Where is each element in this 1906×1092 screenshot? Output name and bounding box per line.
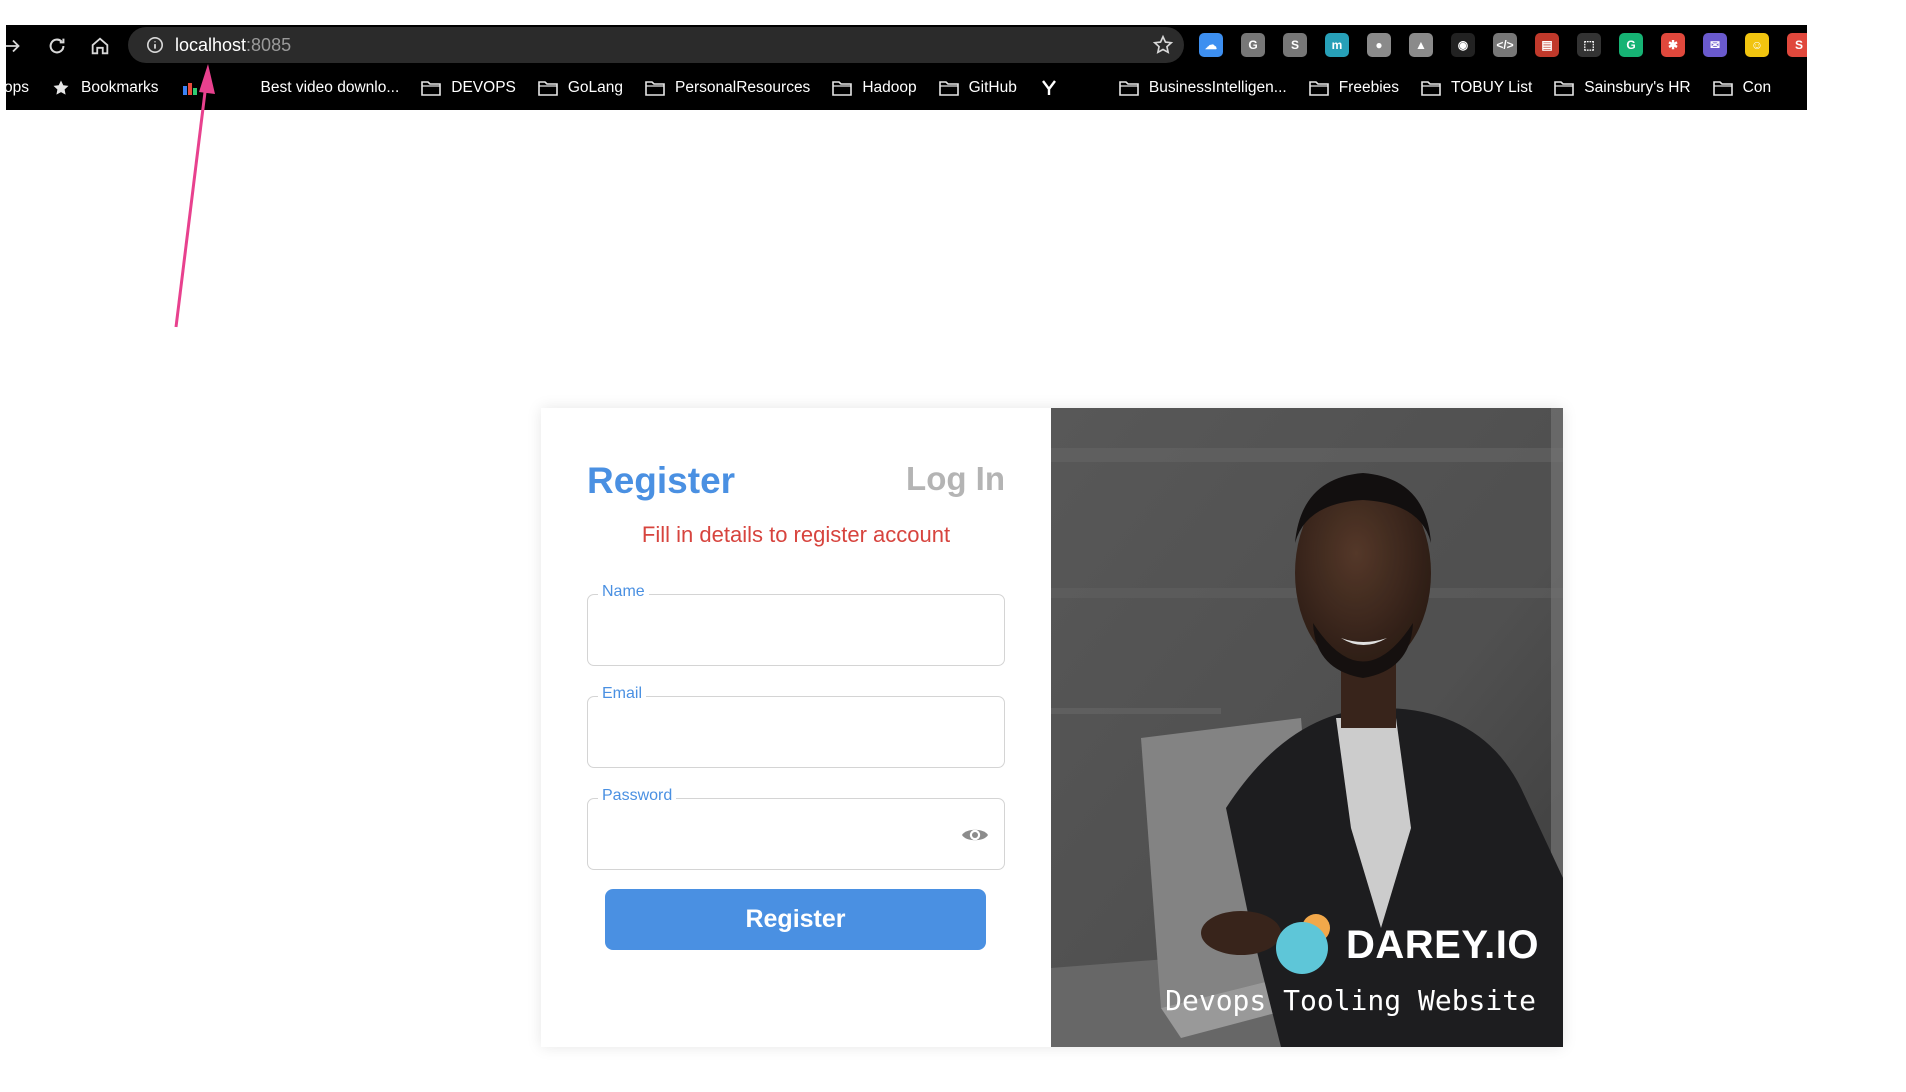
bookmark-label: Hadoop [862,79,917,96]
darey-logo [1276,914,1330,974]
bookmark-item[interactable]: Hadoop [832,79,917,97]
reload-button[interactable] [44,33,70,59]
store-extension-icon[interactable]: ▤ [1535,33,1559,57]
bookmark-label: ops [6,79,29,96]
crab-extension-icon[interactable]: ✱ [1661,33,1685,57]
code-extension-icon[interactable]: </> [1493,33,1517,57]
bookmark-label: Con [1742,79,1772,96]
m-extension-icon[interactable]: m [1325,33,1349,57]
name-input[interactable] [600,613,964,649]
folder-icon [421,80,442,96]
url-host: localhost [175,35,247,55]
brand-tagline: Devops Tooling Website [1165,984,1536,1017]
github-extension-icon[interactable]: ◉ [1451,33,1475,57]
home-icon [91,37,109,55]
browser-chrome: localhost:8085 ☁ G Sm ● ▲ ◉ </> ▤ ⬚ G ✱ ✉ ☺ S ops Book… [6,25,1807,110]
bookmark-item[interactable]: Con [1712,79,1772,97]
reload-icon [49,38,65,54]
tab-register[interactable]: Register [587,460,735,502]
grammarly-extension-icon[interactable]: G [1619,33,1643,57]
star-icon [51,80,71,96]
form-subtitle: Fill in details to register account [641,522,951,547]
folder-icon [832,80,853,96]
bookmark-item[interactable]: Bookmarks [51,79,159,97]
bookmark-item[interactable]: GitHub [938,79,1017,97]
ghost-extension-icon[interactable]: ☺ [1745,33,1769,57]
browser-toolbar: localhost:8085 ☁ G Sm ● ▲ ◉ </> ▤ ⬚ G ✱ ✉ ☺ S [6,25,1807,68]
bookmark-item[interactable]: Best video downlo... [261,79,400,97]
email-field[interactable]: Email [587,685,1005,768]
record-extension-icon[interactable]: ● [1367,33,1391,57]
bookmark-label: PersonalResources [675,79,811,96]
folder-icon [538,80,558,96]
bookmark-item[interactable]: ops [6,79,29,97]
mail-extension-icon[interactable]: ✉ [1703,33,1727,57]
bookmark-label: TOBUY List [1451,79,1533,96]
selection-extension-icon[interactable]: ⬚ [1577,33,1601,57]
bookmark-label: BusinessIntelligen... [1148,79,1287,96]
register-button[interactable]: Register [605,889,986,950]
bookmark-label: Freebies [1338,79,1400,96]
bookmark-label: GoLang [567,79,624,96]
hero-photo: DAREY.IO Devops Tooling Website [1051,408,1563,1047]
register-form: Register Log In Fill in details to regis… [541,408,1051,1047]
bookmarks-bar: ops Bookmarks Best video downlo... DEVOPS Go… [6,72,1807,104]
bookmark-label: GitHub [968,79,1017,96]
folder-icon [1554,80,1575,96]
info-icon[interactable] [146,36,164,54]
folder-icon [938,80,959,96]
password-label: Password [598,787,677,805]
password-input[interactable] [600,817,964,853]
bookmark-label: Bookmarks [81,79,159,96]
s-extension-icon[interactable]: S [1787,33,1807,57]
arrow-right-icon [6,39,20,53]
bookmark-item[interactable]: GoLang [538,79,623,97]
grammar-extension-icon[interactable]: G [1241,33,1265,57]
bookmark-item[interactable]: Freebies [1308,79,1400,97]
tab-login[interactable]: Log In [906,460,1005,498]
home-button[interactable] [87,33,113,59]
bookmark-item[interactable]: TOBUY List [1421,79,1532,97]
bookmark-label: Best video downlo... [260,79,400,96]
bookmark-label: DEVOPS [451,79,516,96]
bookmark-item[interactable]: PersonalResources [645,79,810,97]
forward-button[interactable] [6,33,26,59]
folder-icon [1712,80,1733,96]
brand-name: DAREY.IO [1346,923,1539,967]
address-bar[interactable]: localhost:8085 [128,27,1184,63]
email-input[interactable] [600,715,964,751]
email-label: Email [598,685,647,703]
bookmark-item[interactable]: DEVOPS [421,79,516,97]
url-port: :8085 [246,35,292,55]
y-logo-icon [1039,80,1059,96]
skype-extension-icon[interactable]: S [1283,33,1307,57]
bookmark-star-icon[interactable] [1152,34,1174,56]
url-text[interactable]: localhost:8085 [175,35,291,56]
register-card: Register Log In Fill in details to regis… [541,408,1563,1047]
folder-icon [1308,80,1329,96]
drive-extension-icon[interactable]: ▲ [1409,33,1433,57]
bookmark-item[interactable] [1039,80,1069,96]
password-field[interactable]: Password [587,787,1005,870]
eye-icon[interactable] [960,823,990,847]
bookmark-item[interactable] [181,80,211,96]
bookmark-item[interactable]: Sainsbury's HR [1554,79,1691,97]
cloud-extension-icon[interactable]: ☁ [1199,33,1223,57]
folder-icon [645,80,665,96]
bookmark-item[interactable]: BusinessIntelligen... [1119,79,1287,97]
bookmark-label: Sainsbury's HR [1584,79,1691,96]
extension-tray: ☁ G Sm ● ▲ ◉ </> ▤ ⬚ G ✱ ✉ ☺ S [1199,33,1807,59]
chart-icon [181,80,201,96]
name-label: Name [598,583,649,601]
folder-icon [1421,80,1441,96]
name-field[interactable]: Name [587,583,1005,666]
folder-icon [1119,80,1139,96]
